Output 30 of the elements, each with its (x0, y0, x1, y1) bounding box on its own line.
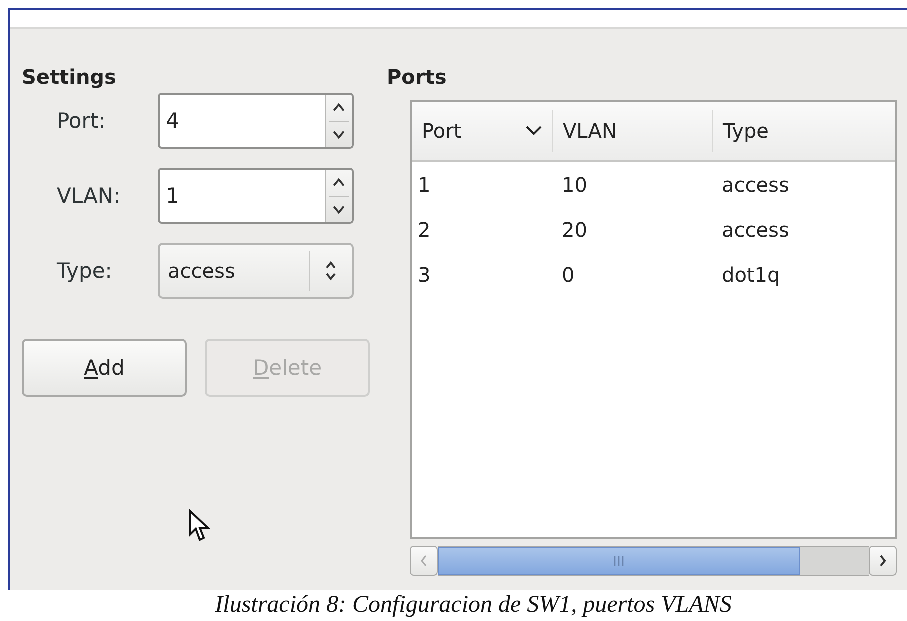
up-down-icon (324, 260, 338, 282)
scroll-right-button[interactable] (869, 546, 897, 576)
settings-heading: Settings (22, 65, 118, 91)
table-cell-text: 3 (417, 262, 432, 286)
table-cell-text: 10 (561, 172, 588, 196)
table-cell-text: dot1q (721, 262, 782, 286)
field-label: Port: (56, 109, 107, 133)
scrollbar-thumb[interactable] (438, 547, 800, 575)
field-label: VLAN: (56, 184, 122, 208)
column-header[interactable]: VLAN (552, 110, 712, 152)
table-cell-text: 1 (417, 172, 432, 196)
spin-field[interactable]: 1 (158, 168, 354, 224)
chevron-right-icon (878, 554, 888, 568)
table-cell-text: 20 (561, 218, 588, 242)
field-label: Type: (56, 259, 114, 283)
ports-heading: Ports (387, 65, 448, 91)
table-cell-text: 0 (561, 262, 576, 286)
table-cell-text: access (721, 172, 790, 196)
type-dropdown[interactable]: access (158, 243, 354, 299)
table-cell-text: access (721, 218, 790, 242)
chevron-left-icon (419, 554, 429, 568)
spin-field[interactable]: 4 (158, 93, 354, 149)
column-header[interactable]: Type (712, 110, 895, 152)
figure-caption: Ilustración 8: Configuracion de SW1, puertos VLANS (215, 592, 732, 619)
table-cell-text: 2 (417, 218, 432, 242)
add-button[interactable]: Add (22, 339, 187, 397)
mouse-pointer-icon (188, 509, 210, 543)
grip-icon (613, 556, 626, 566)
column-header[interactable]: Port (412, 110, 552, 152)
sort-caret-icon (526, 126, 542, 136)
